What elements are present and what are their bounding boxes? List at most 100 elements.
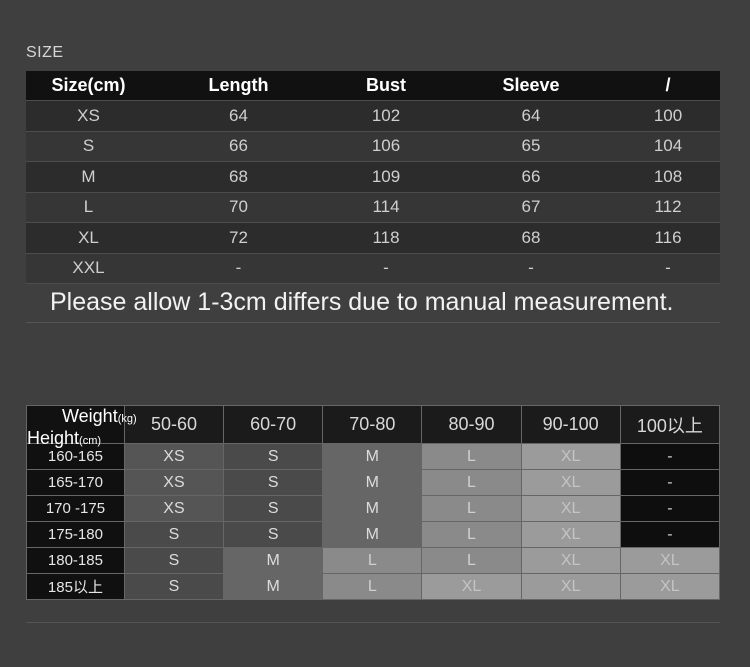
size-cell: XL: [520, 573, 621, 600]
cell-bust: 106: [326, 131, 446, 162]
size-cell: L: [421, 495, 522, 522]
cell-sleeve: 68: [446, 222, 616, 254]
cell-bust: 114: [326, 192, 446, 223]
size-cell: L: [322, 547, 423, 574]
table-row: XXL - - - -: [26, 253, 720, 284]
cell-extra: 100: [616, 100, 720, 132]
section-title: SIZE: [26, 44, 64, 61]
grid-row: 185以上 S M L XL XL XL: [26, 573, 721, 600]
table-row: S 66 106 65 104: [26, 131, 720, 162]
header-size: Size(cm): [26, 71, 151, 101]
size-chart-table: Size(cm) Length Bust Sleeve / XS 64 102 …: [26, 71, 720, 284]
weight-column-header: 60-70: [223, 405, 324, 444]
size-cell: XS: [123, 443, 225, 470]
cell-size: M: [26, 161, 151, 193]
cell-length: 72: [151, 222, 326, 254]
cell-sleeve: -: [446, 253, 616, 284]
size-cell: XL: [421, 573, 522, 600]
size-cell: -: [619, 495, 721, 522]
size-cell: XL: [520, 469, 621, 496]
cell-sleeve: 66: [446, 161, 616, 193]
grid-row: 175-180 S S M L XL -: [26, 521, 721, 548]
size-cell: S: [223, 469, 324, 496]
size-cell: XL: [520, 547, 621, 574]
cell-length: -: [151, 253, 326, 284]
grid-row: 170 -175 XS S M L XL -: [26, 495, 721, 522]
weight-column-header: 80-90: [421, 405, 522, 444]
header-slash: /: [616, 71, 720, 101]
cell-sleeve: 64: [446, 100, 616, 132]
size-cell: M: [322, 443, 423, 470]
height-row-label: 185以上: [26, 573, 125, 600]
cell-sleeve: 65: [446, 131, 616, 162]
size-cell: XL: [520, 443, 621, 470]
cell-bust: 102: [326, 100, 446, 132]
size-cell: S: [123, 547, 225, 574]
size-cell: L: [421, 443, 522, 470]
size-cell: L: [421, 469, 522, 496]
weight-column-header: 70-80: [322, 405, 423, 444]
table-row: XS 64 102 64 100: [26, 100, 720, 132]
cell-extra: 104: [616, 131, 720, 162]
cell-size: XXL: [26, 253, 151, 284]
cell-length: 68: [151, 161, 326, 193]
height-row-label: 170 -175: [26, 495, 125, 522]
grid-row: 165-170 XS S M L XL -: [26, 469, 721, 496]
grid-row: 180-185 S M L L XL XL: [26, 547, 721, 574]
size-cell: M: [322, 469, 423, 496]
cell-length: 70: [151, 192, 326, 223]
cell-extra: 108: [616, 161, 720, 193]
cell-sleeve: 67: [446, 192, 616, 223]
weight-column-header: 90-100: [520, 405, 621, 444]
cell-size: L: [26, 192, 151, 223]
size-cell: S: [223, 521, 324, 548]
cell-length: 64: [151, 100, 326, 132]
cell-bust: -: [326, 253, 446, 284]
cell-size: S: [26, 131, 151, 162]
weight-axis-label: Weight(kg): [62, 406, 137, 426]
cell-length: 66: [151, 131, 326, 162]
cell-bust: 109: [326, 161, 446, 193]
weight-column-header: 100以上: [619, 405, 721, 444]
header-length: Length: [151, 71, 326, 101]
divider: [26, 322, 720, 323]
cell-bust: 118: [326, 222, 446, 254]
height-row-label: 180-185: [26, 547, 125, 574]
header-sleeve: Sleeve: [446, 71, 616, 101]
size-cell: XL: [520, 495, 621, 522]
size-cell: -: [619, 469, 721, 496]
size-cell: XL: [520, 521, 621, 548]
weight-column-header: 50-60: [123, 405, 225, 444]
cell-size: XL: [26, 222, 151, 254]
table-row: L 70 114 67 112: [26, 192, 720, 223]
height-row-label: 165-170: [26, 469, 125, 496]
size-cell: S: [223, 495, 324, 522]
cell-extra: 116: [616, 222, 720, 254]
cell-extra: -: [616, 253, 720, 284]
size-cell: S: [223, 443, 324, 470]
size-cell: S: [123, 573, 225, 600]
size-cell: M: [223, 573, 324, 600]
size-cell: XL: [619, 573, 721, 600]
size-cell: M: [322, 521, 423, 548]
grid-header-row: Weight(kg) Height(cm) 50-60 60-70 70-80 …: [26, 405, 721, 448]
height-row-label: 175-180: [26, 521, 125, 548]
size-cell: XS: [123, 495, 225, 522]
size-cell: XS: [123, 469, 225, 496]
cell-extra: 112: [616, 192, 720, 223]
size-cell: -: [619, 521, 721, 548]
grid-row: 160-165 XS S M L XL -: [26, 443, 721, 470]
grid-corner-cell: Weight(kg) Height(cm): [26, 405, 137, 448]
weight-height-size-grid: Weight(kg) Height(cm) 50-60 60-70 70-80 …: [26, 405, 721, 600]
table-row: M 68 109 66 108: [26, 161, 720, 193]
measurement-note: Please allow 1-3cm differs due to manual…: [50, 288, 674, 316]
cell-size: XS: [26, 100, 151, 132]
size-cell: -: [619, 443, 721, 470]
size-cell: M: [223, 547, 324, 574]
header-bust: Bust: [326, 71, 446, 101]
size-cell: L: [421, 521, 522, 548]
size-cell: L: [322, 573, 423, 600]
table-row: XL 72 118 68 116: [26, 222, 720, 254]
height-axis-label: Height(cm): [27, 428, 102, 448]
size-cell: M: [322, 495, 423, 522]
